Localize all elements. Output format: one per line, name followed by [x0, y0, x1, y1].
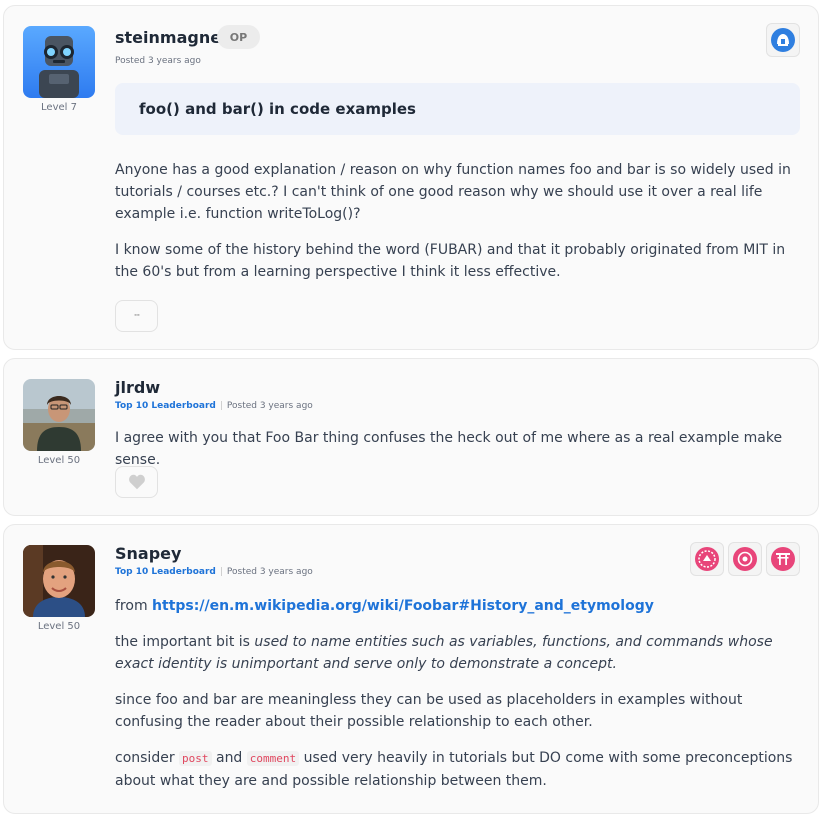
user-level: Level 50: [37, 621, 81, 632]
user-badge[interactable]: [690, 542, 724, 576]
thread-title: foo() and bar() in code examples: [115, 83, 800, 135]
user-level: Level 7: [41, 102, 77, 113]
post-jlrdw: Level 50 jlrdw Top 10 Leaderboard | Posted…: [3, 358, 819, 516]
post-paragraph: consider post and comment used very heav…: [115, 747, 805, 792]
posted-time: Posted 3 years ago: [226, 567, 313, 577]
user-level: Level 50: [37, 455, 81, 466]
user-badge[interactable]: [766, 23, 800, 57]
post-paragraph: I know some of the history behind the wo…: [115, 242, 786, 280]
like-button[interactable]: [115, 466, 158, 498]
username[interactable]: Snapey: [115, 544, 181, 563]
post-steinmagne: Level 7 steinmagne OP Posted 3 years ago…: [3, 5, 819, 350]
post-meta: Top 10 Leaderboard | Posted 3 years ago: [115, 401, 313, 411]
ellipsis-icon: ···: [133, 311, 141, 321]
post-paragraph: since foo and bar are meaningless they c…: [115, 692, 743, 730]
username[interactable]: jlrdw: [115, 378, 160, 397]
inline-code: comment: [246, 751, 300, 766]
user-badge[interactable]: [728, 542, 762, 576]
from-prefix: from: [115, 598, 148, 614]
username[interactable]: steinmagne: [115, 28, 221, 47]
inline-code: post: [179, 751, 212, 766]
post-paragraph: from https://en.m.wikipedia.org/wiki/Foo…: [115, 595, 805, 617]
op-badge: OP: [217, 25, 260, 49]
helmet-badge-icon: [771, 28, 795, 52]
post-meta: Top 10 Leaderboard | Posted 3 years ago: [115, 567, 313, 577]
p2-prefix: the important bit is: [115, 634, 250, 650]
heart-icon: [128, 474, 145, 490]
leaderboard-link[interactable]: Top 10 Leaderboard: [115, 567, 216, 577]
post-meta: Posted 3 years ago: [115, 56, 201, 66]
avatar-jlrdw[interactable]: [23, 379, 95, 451]
wikipedia-link[interactable]: https://en.m.wikipedia.org/wiki/Foobar#H…: [152, 598, 654, 614]
avatar-steinmagne[interactable]: [23, 26, 95, 98]
flower-badge-icon: [733, 547, 757, 571]
post-body: from https://en.m.wikipedia.org/wiki/Foo…: [115, 595, 805, 792]
laravel-badge-icon: [695, 547, 719, 571]
meta-separator: |: [219, 401, 223, 411]
post-body: I agree with you that Foo Bar thing conf…: [115, 427, 805, 471]
posted-time: Posted 3 years ago: [115, 56, 201, 66]
post-paragraph: Anyone has a good explanation / reason o…: [115, 162, 791, 222]
p4-and: and: [215, 750, 243, 766]
post-paragraph: the important bit is used to name entiti…: [115, 631, 805, 675]
post-body: Anyone has a good explanation / reason o…: [115, 159, 805, 283]
torii-badge-icon: [771, 547, 795, 571]
leaderboard-link[interactable]: Top 10 Leaderboard: [115, 401, 216, 411]
more-options-button[interactable]: ···: [115, 300, 158, 332]
post-snapey: Level 50 Snapey Top 10 Leaderboard | Poste…: [3, 524, 819, 814]
p4-prefix: consider: [115, 750, 175, 766]
post-paragraph: I agree with you that Foo Bar thing conf…: [115, 430, 783, 468]
posted-time: Posted 3 years ago: [226, 401, 313, 411]
user-badge[interactable]: [766, 542, 800, 576]
meta-separator: |: [219, 567, 223, 577]
avatar-snapey[interactable]: [23, 545, 95, 617]
